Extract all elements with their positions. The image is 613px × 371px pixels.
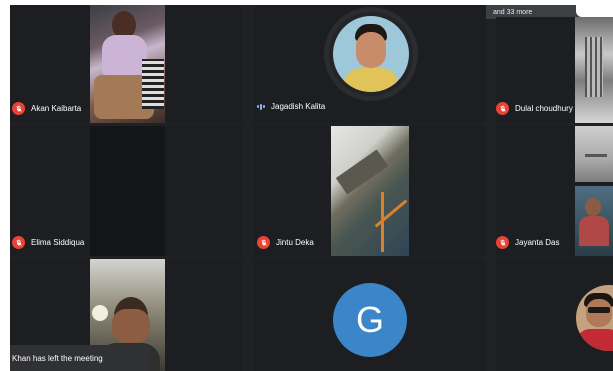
mic-off-icon bbox=[12, 236, 25, 249]
mic-off-icon bbox=[496, 102, 509, 115]
participant-video bbox=[90, 126, 165, 256]
participant-tile-jintu[interactable]: Jintu Deka bbox=[253, 126, 486, 256]
audio-active-icon bbox=[257, 103, 265, 110]
left-meeting-toast: Khan has left the meeting bbox=[10, 345, 150, 371]
tile-label: Akan Kaibarta bbox=[12, 102, 81, 115]
participant-tile-elima[interactable]: Elima Siddiqua bbox=[10, 126, 243, 256]
participant-video bbox=[90, 5, 165, 123]
participant-name: Jayanta Das bbox=[515, 238, 560, 247]
toast-text: Khan has left the meeting bbox=[12, 353, 103, 363]
user-avatar-icon bbox=[333, 16, 409, 92]
tile-label: Jagadish Kalita bbox=[257, 102, 325, 111]
participant-video-secondary bbox=[575, 186, 613, 256]
tile-label: Jintu Deka bbox=[257, 236, 314, 249]
user-avatar-icon: G bbox=[333, 283, 407, 357]
tile-label: Jayanta Das bbox=[496, 236, 559, 249]
participant-video bbox=[575, 126, 613, 182]
participant-tile-dulal[interactable]: Dulal choudhury bbox=[496, 17, 613, 123]
top-right-overlay bbox=[576, 5, 613, 17]
participant-video bbox=[331, 126, 409, 256]
participant-tile-row3-3[interactable] bbox=[496, 259, 613, 371]
participant-name: Dulal choudhury bbox=[515, 104, 573, 113]
mic-off-icon bbox=[12, 102, 25, 115]
participant-tile-akan[interactable]: Akan Kaibarta bbox=[10, 5, 243, 123]
participant-name: Elima Siddiqua bbox=[31, 238, 85, 247]
tile-label: Elima Siddiqua bbox=[12, 236, 84, 249]
avatar-initial: G bbox=[355, 299, 384, 340]
tile-label: Dulal choudhury bbox=[496, 102, 573, 115]
participant-tile-g[interactable]: G bbox=[253, 259, 486, 371]
more-participants-text: and 33 more bbox=[493, 8, 533, 16]
participant-tile-jagadish[interactable]: Jagadish Kalita bbox=[253, 5, 486, 123]
participant-name: Akan Kaibarta bbox=[31, 104, 82, 113]
participant-name: Jagadish Kalita bbox=[271, 102, 326, 111]
participant-tile-jayanta[interactable]: Jayanta Das bbox=[496, 126, 613, 256]
mic-off-icon bbox=[257, 236, 270, 249]
meeting-grid: and 33 more Akan Kaibarta Jagadish Kalit… bbox=[10, 5, 613, 371]
participant-video bbox=[575, 17, 613, 123]
user-avatar-icon bbox=[576, 285, 613, 351]
mic-off-icon bbox=[496, 236, 509, 249]
participant-name: Jintu Deka bbox=[276, 238, 314, 247]
